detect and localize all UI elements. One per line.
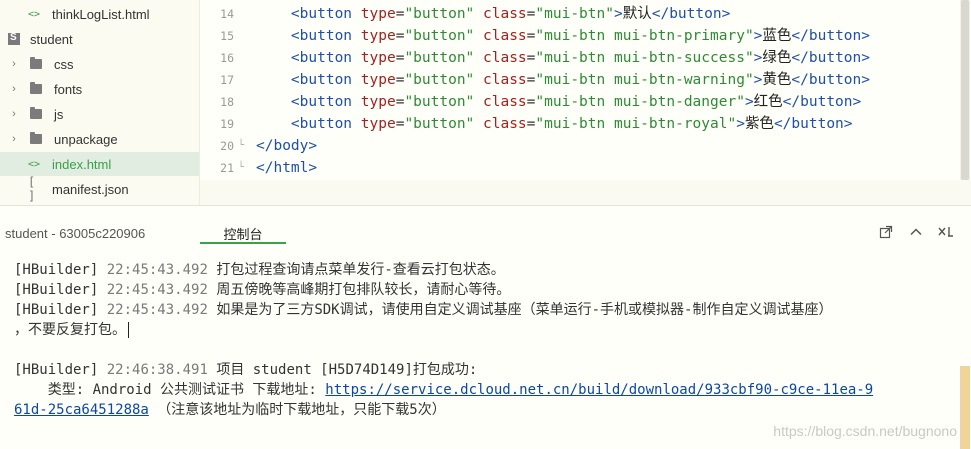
tree-item-fonts[interactable]: › fonts — [0, 77, 199, 101]
console-header: student - 63005c220906 控制台 — [0, 206, 971, 244]
tree-item-label: css — [54, 56, 74, 72]
code-line-close-body[interactable]: </body> — [256, 135, 317, 157]
log-line-download-cont: 61d-25ca6451288a （注意该地址为临时下载地址，只能下载5次） — [14, 402, 446, 418]
tree-item-label: fonts — [54, 81, 83, 97]
tree-item-label: manifest.json — [52, 181, 129, 197]
folder-icon — [30, 107, 42, 119]
tree-item-label: thinkLogList.html — [52, 6, 150, 22]
tree-item-student-project[interactable]: student — [0, 27, 199, 51]
line-number: 14 — [220, 7, 234, 21]
tree-item-unpackage[interactable]: › unpackage — [0, 127, 199, 151]
line-number: 17 — [220, 73, 234, 87]
text-caret — [128, 322, 129, 338]
editor-vertical-scrollbar[interactable] — [960, 0, 970, 180]
download-link-cont[interactable]: 61d-25ca6451288a — [14, 402, 149, 418]
tree-item-label: js — [54, 106, 64, 122]
line-number: 15 — [220, 29, 234, 43]
folder-icon — [30, 132, 42, 144]
watermark: https://blog.csdn.net/bugnono — [773, 423, 957, 439]
log-line: [HBuilder] 22:45:43.492 周五傍晚等高峰期打包排队较长，请… — [14, 282, 511, 298]
line-number: 20 — [220, 139, 234, 153]
code-line-close-html[interactable]: </html> — [256, 157, 317, 179]
tree-item-label: index.html — [52, 156, 112, 172]
editor-horizontal-scroll-area[interactable] — [200, 180, 971, 205]
console-project-title: student - 63005c220906 — [5, 226, 146, 241]
log-line: [HBuilder] 22:46:38.491 项目 student [H5D7… — [14, 362, 478, 378]
folder-icon — [30, 82, 42, 94]
tree-item-label: student — [30, 31, 73, 47]
json-file-icon: [ ] — [28, 175, 36, 203]
line-number: 19 — [220, 117, 234, 131]
code-file-icon: <> — [28, 8, 41, 20]
fold-end-icon[interactable]: └ — [238, 135, 244, 157]
fold-end-icon[interactable]: └ — [238, 157, 244, 179]
log-line: [HBuilder] 22:45:43.492 如果是为了三方SDK调试，请使用… — [14, 302, 833, 318]
log-line: [HBuilder] 22:45:43.492 打包过程查询请点菜单发行-查看云… — [14, 262, 505, 278]
code-editor[interactable]: <button type="button" class="mui-btn">默认… — [256, 0, 956, 180]
tab-console[interactable]: 控制台 — [200, 224, 286, 244]
console-scrollbar[interactable] — [960, 366, 970, 449]
log-line-continuation: ，不要反复打包。 — [14, 320, 959, 340]
tree-item-js[interactable]: › js — [0, 102, 199, 126]
log-blank-line — [14, 340, 959, 360]
console-panel: student - 63005c220906 控制台 [HBuilder] 22… — [0, 205, 971, 449]
code-line[interactable]: <button type="button" class="mui-btn mui… — [256, 113, 853, 135]
scrollbar-thumb[interactable] — [961, 0, 969, 180]
tree-item-css[interactable]: › css — [0, 52, 199, 76]
tree-item-label: unpackage — [54, 131, 118, 147]
console-output[interactable]: [HBuilder] 22:45:43.492 打包过程查询请点菜单发行-查看云… — [14, 260, 959, 420]
tree-item-index-html[interactable]: <> index.html — [0, 152, 199, 176]
folder-icon — [30, 57, 42, 69]
chevron-up-icon[interactable] — [905, 221, 927, 243]
code-line[interactable]: <button type="button" class="mui-btn mui… — [256, 91, 861, 113]
top-area: <> thinkLogList.html student › css › fon… — [0, 0, 971, 205]
chevron-right-icon[interactable]: › — [8, 133, 20, 145]
chevron-right-icon[interactable]: › — [8, 83, 20, 95]
download-link[interactable]: https://service.dcloud.net.cn/build/down… — [325, 382, 873, 398]
project-icon — [8, 32, 20, 45]
code-line[interactable]: <button type="button" class="mui-btn">默认… — [256, 3, 730, 25]
code-line[interactable]: <button type="button" class="mui-btn mui… — [256, 69, 870, 91]
chevron-right-icon[interactable]: › — [8, 58, 20, 70]
line-number: 18 — [220, 95, 234, 109]
project-explorer: <> thinkLogList.html student › css › fon… — [0, 0, 200, 205]
code-file-icon: <> — [28, 158, 41, 170]
code-line[interactable]: <button type="button" class="mui-btn mui… — [256, 47, 870, 69]
tree-item-thinkloglist[interactable]: <> thinkLogList.html — [0, 2, 199, 26]
line-number: 16 — [220, 51, 234, 65]
line-number: 21 — [220, 161, 234, 175]
open-in-new-icon[interactable] — [875, 221, 897, 243]
tree-item-manifest-json[interactable]: [ ] manifest.json — [0, 175, 199, 203]
clear-console-icon[interactable] — [935, 221, 957, 243]
line-number-gutter: 14 15 16 17 18 19 20 21 └ └ — [200, 0, 248, 180]
code-line[interactable]: <button type="button" class="mui-btn mui… — [256, 25, 870, 47]
log-line-download: 类型: Android 公共测试证书 下载地址: https://service… — [14, 382, 874, 398]
chevron-right-icon[interactable]: › — [8, 108, 20, 120]
